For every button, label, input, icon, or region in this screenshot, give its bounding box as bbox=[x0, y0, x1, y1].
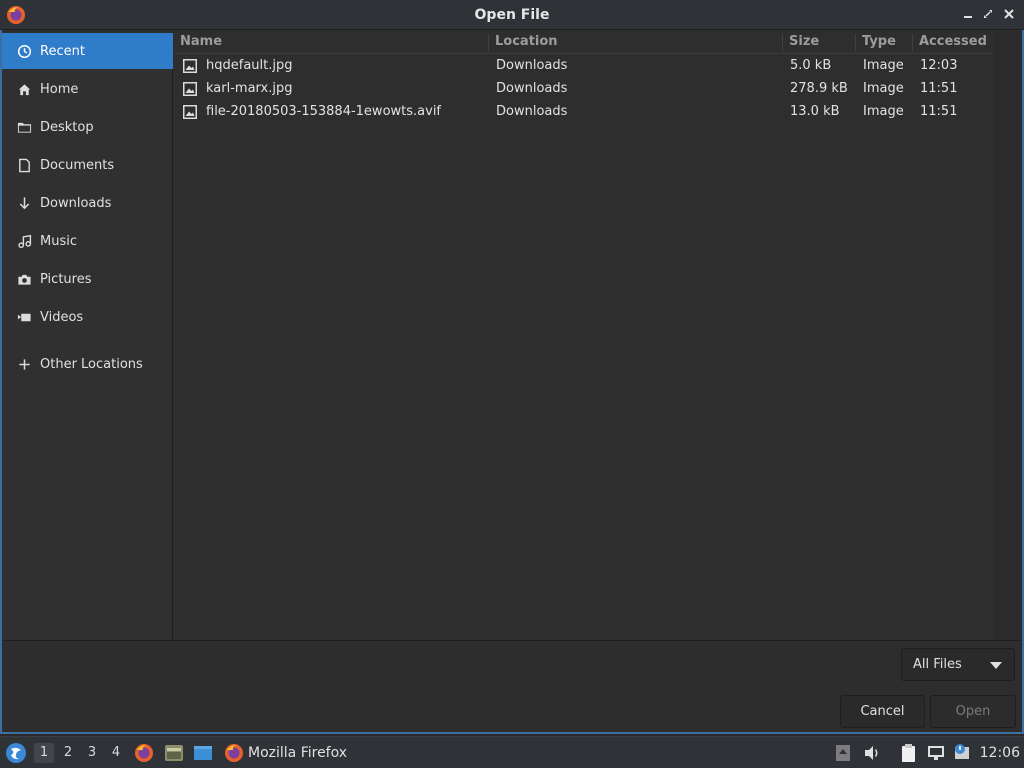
file-name: hqdefault.jpg bbox=[206, 58, 293, 73]
table-row[interactable]: karl-marx.jpg Downloads 278.9 kB Image 1… bbox=[174, 78, 994, 101]
sidebar-item-label: Other Locations bbox=[40, 356, 143, 372]
file-accessed: 11:51 bbox=[920, 104, 958, 119]
workspace-3[interactable]: 3 bbox=[82, 743, 102, 763]
tray-expand-icon[interactable] bbox=[834, 743, 852, 763]
close-icon bbox=[1004, 9, 1014, 19]
column-header-name[interactable]: Name bbox=[174, 34, 488, 52]
plus-icon bbox=[16, 356, 32, 372]
workspace-1[interactable]: 1 bbox=[34, 743, 54, 763]
clipboard-icon[interactable] bbox=[899, 743, 919, 763]
sidebar-item-label: Desktop bbox=[40, 119, 94, 135]
workspace-2[interactable]: 2 bbox=[58, 743, 78, 763]
sidebar-item-recent[interactable]: Recent bbox=[2, 33, 173, 69]
sidebar-item-label: Downloads bbox=[40, 195, 112, 211]
sidebar-item-label: Videos bbox=[40, 309, 84, 325]
table-row[interactable]: hqdefault.jpg Downloads 5.0 kB Image 12:… bbox=[174, 55, 994, 78]
sidebar-item-videos[interactable]: Videos bbox=[2, 299, 173, 335]
sidebar-item-other-locations[interactable]: Other Locations bbox=[2, 346, 173, 382]
restore-icon bbox=[984, 10, 992, 18]
video-icon bbox=[16, 309, 32, 325]
notification-icon[interactable] bbox=[952, 743, 972, 763]
show-desktop-icon[interactable] bbox=[193, 743, 213, 763]
file-manager-icon[interactable] bbox=[164, 743, 184, 763]
minimize-button[interactable] bbox=[960, 6, 976, 22]
column-header-type[interactable]: Type bbox=[855, 34, 912, 52]
image-file-icon bbox=[183, 105, 197, 119]
cancel-button[interactable]: Cancel bbox=[840, 695, 925, 728]
file-name: karl-marx.jpg bbox=[206, 81, 293, 96]
file-type: Image bbox=[863, 58, 904, 73]
minimize-icon bbox=[964, 16, 972, 18]
scrollbar-gutter bbox=[994, 32, 1022, 640]
sidebar-item-label: Home bbox=[40, 81, 79, 97]
sidebar-item-label: Recent bbox=[40, 43, 85, 59]
close-button[interactable] bbox=[1001, 6, 1017, 22]
home-icon bbox=[16, 81, 32, 97]
file-location: Downloads bbox=[496, 81, 568, 96]
divider bbox=[2, 640, 1022, 641]
sidebar-item-pictures[interactable]: Pictures bbox=[2, 261, 173, 297]
file-size: 5.0 kB bbox=[790, 58, 832, 73]
file-type: Image bbox=[863, 81, 904, 96]
chevron-down-icon bbox=[990, 662, 1002, 669]
file-size: 278.9 kB bbox=[790, 81, 848, 96]
table-row[interactable]: file-20180503-153884-1ewowts.avif Downlo… bbox=[174, 101, 994, 124]
sidebar-item-label: Documents bbox=[40, 157, 115, 173]
sidebar-item-desktop[interactable]: Desktop bbox=[2, 109, 173, 145]
column-header-location[interactable]: Location bbox=[488, 34, 782, 52]
clock-icon bbox=[16, 43, 32, 59]
column-header-accessed[interactable]: Accessed bbox=[912, 34, 994, 52]
sidebar-item-label: Pictures bbox=[40, 271, 92, 287]
sidebar-item-downloads[interactable]: Downloads bbox=[2, 185, 173, 221]
file-size: 13.0 kB bbox=[790, 104, 840, 119]
open-button[interactable]: Open bbox=[930, 695, 1016, 728]
firefox-launcher-icon[interactable] bbox=[134, 743, 154, 763]
taskbar: 1 2 3 4 Mozilla Firefox 12:06 bbox=[0, 736, 1024, 768]
image-file-icon bbox=[183, 59, 197, 73]
column-header-size[interactable]: Size bbox=[782, 34, 855, 52]
image-file-icon bbox=[183, 82, 197, 96]
file-accessed: 12:03 bbox=[920, 58, 958, 73]
sidebar-item-label: Music bbox=[40, 233, 77, 249]
document-icon bbox=[16, 157, 32, 173]
sidebar-item-music[interactable]: Music bbox=[2, 223, 173, 259]
camera-icon bbox=[16, 271, 32, 287]
file-list: Name Location Size Type Accessed hqdefau… bbox=[174, 32, 994, 640]
volume-icon[interactable] bbox=[862, 743, 882, 763]
music-icon bbox=[16, 233, 32, 249]
title-bar: Open File bbox=[0, 0, 1024, 30]
file-location: Downloads bbox=[496, 58, 568, 73]
start-menu-icon[interactable] bbox=[5, 742, 27, 764]
sidebar-item-home[interactable]: Home bbox=[2, 71, 173, 107]
file-list-header: Name Location Size Type Accessed bbox=[174, 32, 994, 54]
workspace-4[interactable]: 4 bbox=[106, 743, 126, 763]
file-type: Image bbox=[863, 104, 904, 119]
sidebar-item-documents[interactable]: Documents bbox=[2, 147, 173, 183]
maximize-button[interactable] bbox=[980, 6, 996, 22]
file-name: file-20180503-153884-1ewowts.avif bbox=[206, 104, 442, 119]
file-type-filter-dropdown[interactable]: All Files bbox=[901, 648, 1015, 681]
download-icon bbox=[16, 195, 32, 211]
firefox-icon bbox=[225, 744, 243, 762]
folder-icon bbox=[16, 119, 32, 135]
task-label: Mozilla Firefox bbox=[248, 745, 348, 761]
file-accessed: 11:51 bbox=[920, 81, 958, 96]
network-icon[interactable] bbox=[926, 743, 946, 763]
window-title: Open File bbox=[474, 7, 550, 23]
clock[interactable]: 12:06 bbox=[980, 745, 1020, 761]
filter-selected-value: All Files bbox=[913, 657, 962, 672]
taskbar-task-firefox[interactable]: Mozilla Firefox bbox=[224, 742, 347, 764]
places-sidebar: Recent Home Desktop Documents Downloads … bbox=[2, 32, 173, 640]
file-location: Downloads bbox=[496, 104, 568, 119]
